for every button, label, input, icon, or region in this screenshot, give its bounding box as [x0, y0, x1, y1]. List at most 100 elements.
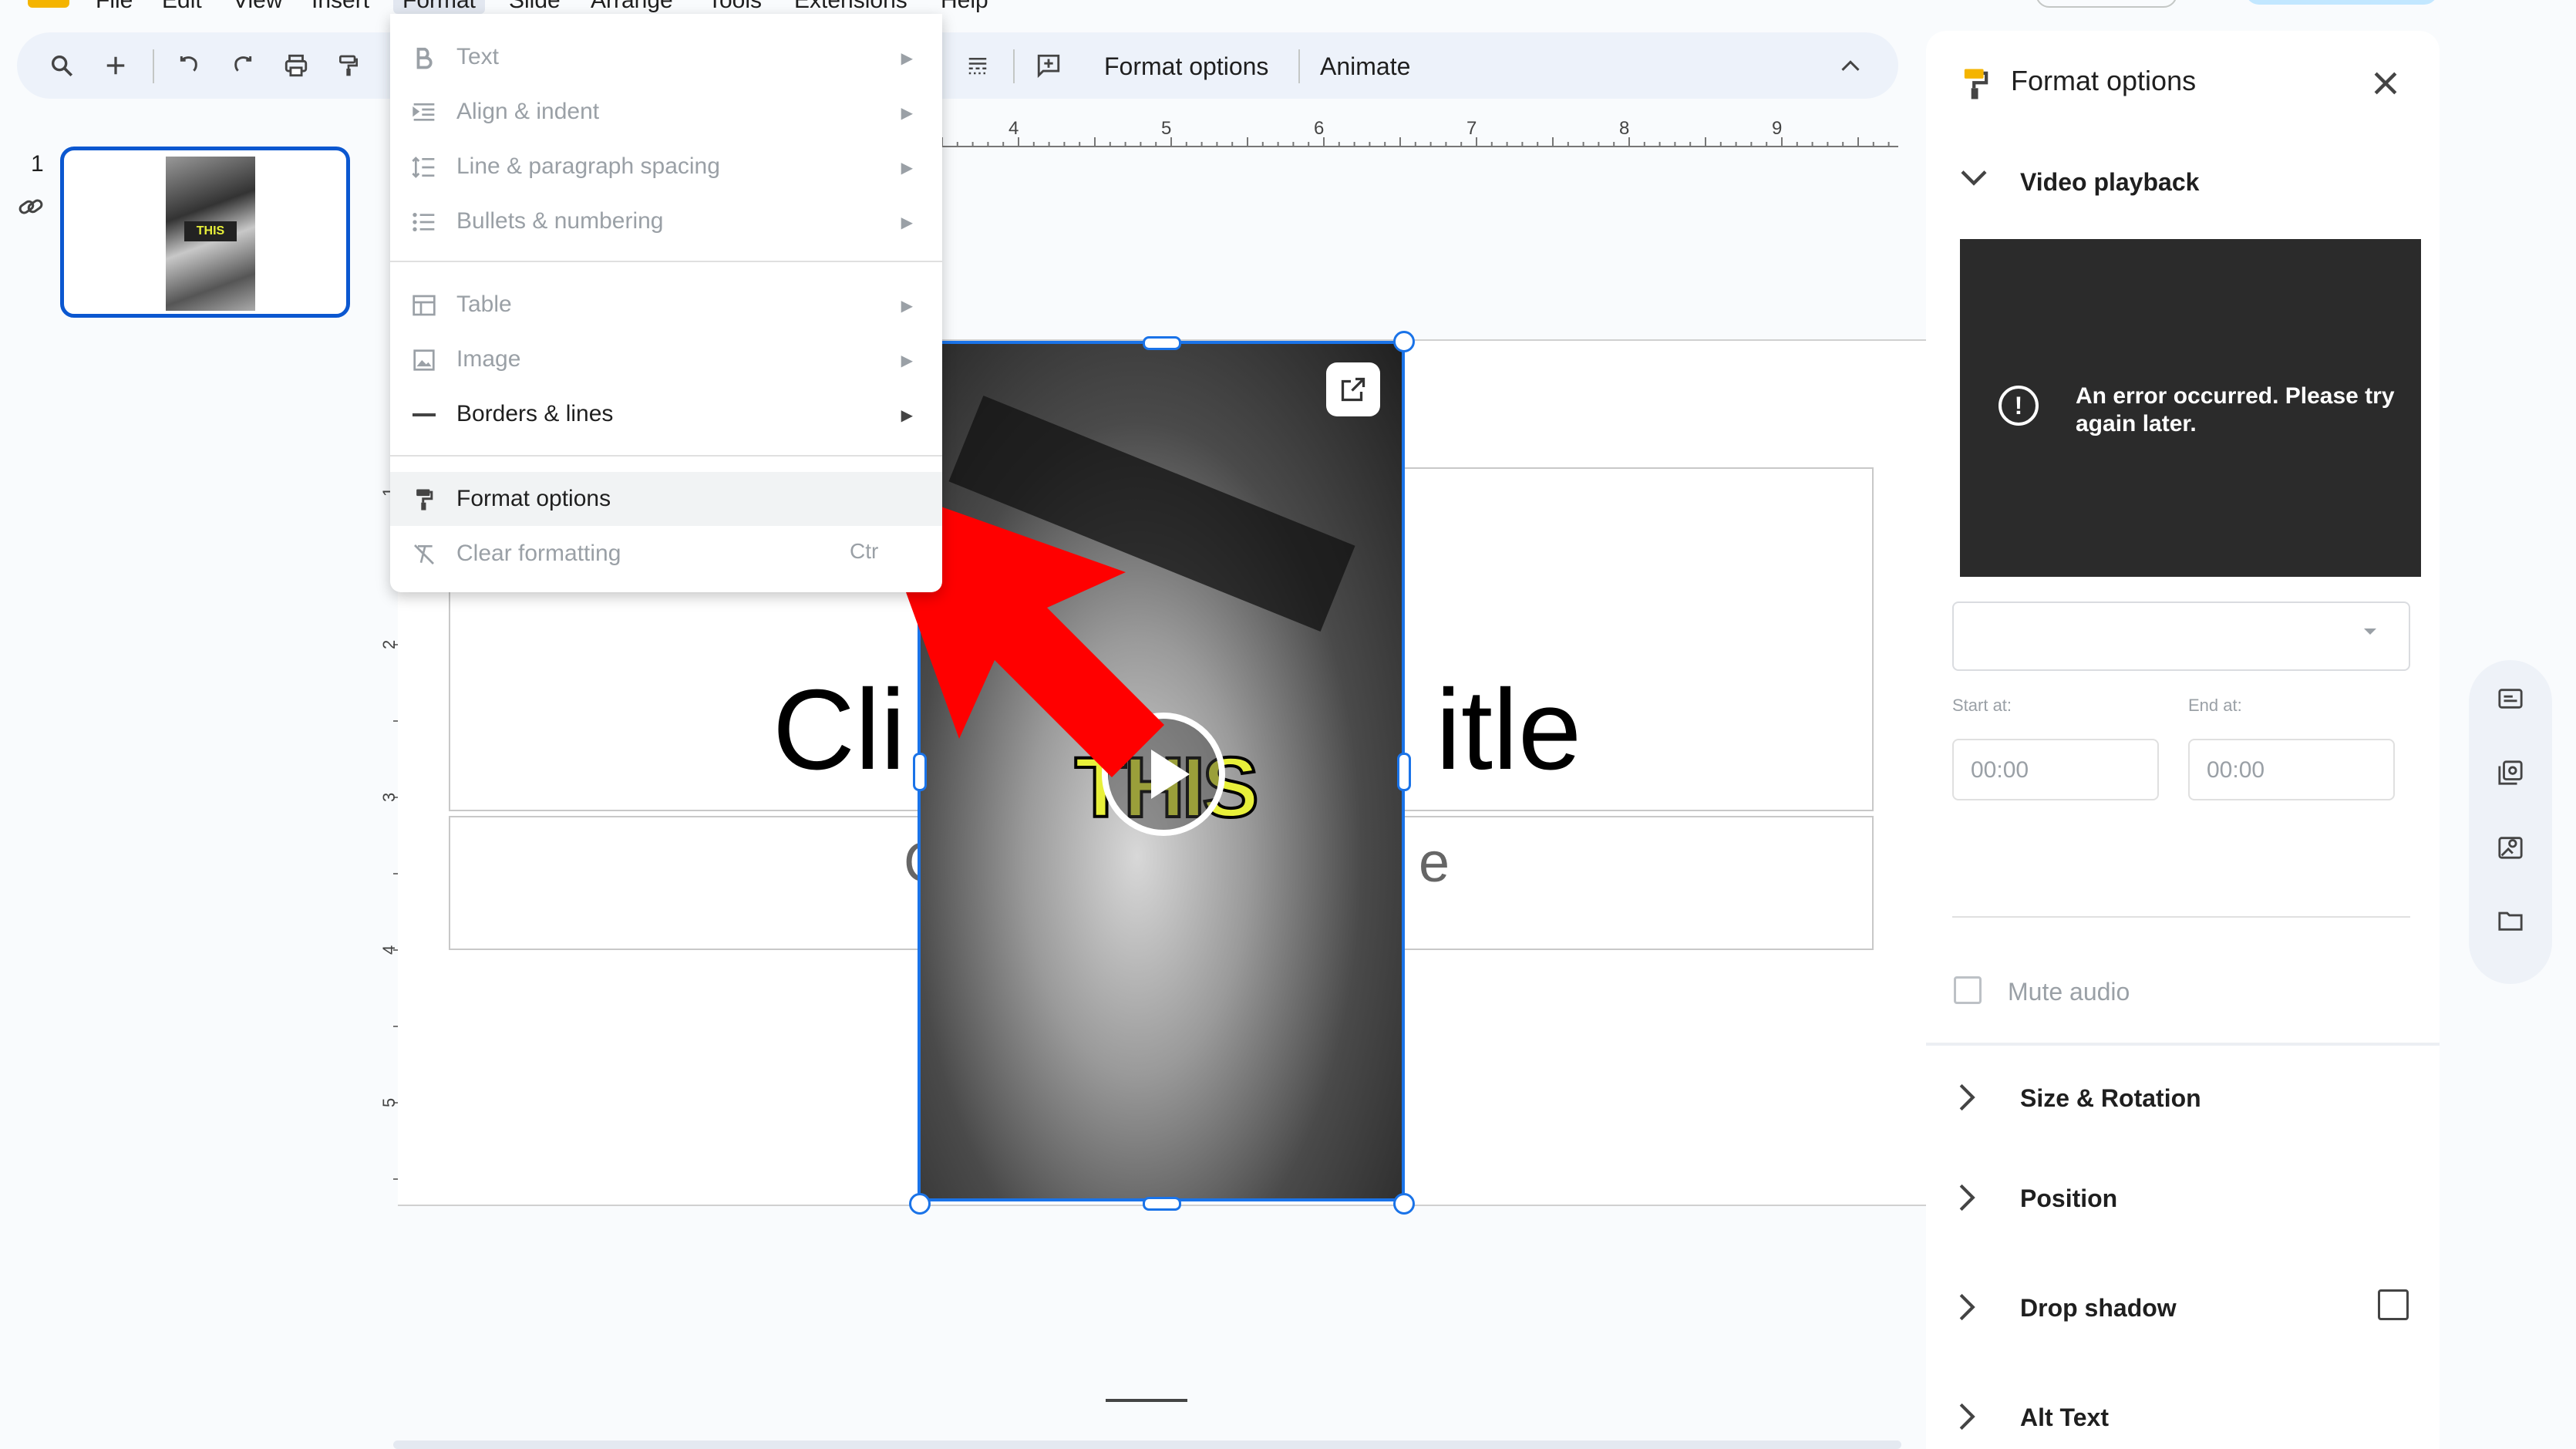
ruler-h-label: 5	[1161, 118, 1171, 139]
chevron-right-icon[interactable]	[1958, 1083, 1982, 1114]
panel-divider	[1952, 916, 2410, 918]
menu-item-bullets-numbering[interactable]: Bullets & numbering ▶	[390, 194, 942, 248]
ruler-v-label: 5	[381, 1098, 399, 1107]
submenu-arrow-icon: ▶	[901, 214, 913, 231]
mute-audio-label: Mute audio	[2008, 978, 2130, 1006]
menu-item-table[interactable]: Table ▶	[390, 278, 942, 332]
toolbar-divider	[1013, 49, 1015, 83]
menu-item-label: Clear formatting	[456, 541, 621, 566]
slide-thumbnail[interactable]: THIS	[60, 147, 350, 318]
search-menus-icon[interactable]	[40, 44, 83, 87]
menu-edit[interactable]: Edit	[162, 0, 202, 14]
ruler-h-label: 7	[1466, 118, 1477, 139]
error-icon: !	[1999, 386, 2039, 426]
clear-format-icon	[410, 541, 438, 568]
video-playback-header[interactable]: Video playback	[2020, 168, 2199, 197]
add-comment-icon[interactable]	[1027, 44, 1070, 87]
menu-slide[interactable]: Slide	[509, 0, 561, 14]
menu-item-align-indent[interactable]: Align & indent ▶	[390, 85, 942, 139]
table-icon	[410, 291, 438, 319]
menu-item-text[interactable]: Text ▶	[390, 30, 942, 84]
ruler-v-label: 2	[381, 640, 399, 649]
start-time-input[interactable]: 00:00	[1952, 739, 2159, 800]
format-options-button[interactable]: Format options	[1104, 49, 1268, 83]
menu-item-label: Align & indent	[456, 99, 600, 124]
ruler-h-label: 9	[1772, 118, 1782, 139]
animate-button[interactable]: Animate	[1320, 49, 1410, 83]
ruler-v-label: 3	[381, 793, 399, 802]
image-search-icon[interactable]	[2489, 825, 2532, 868]
resize-handle-bottom-right[interactable]	[1393, 1193, 1415, 1215]
paint-format-icon	[410, 486, 438, 514]
slides-library-icon[interactable]	[2489, 751, 2532, 794]
start-at-label: Start at:	[1952, 696, 2012, 715]
section-divider	[1926, 1043, 2440, 1046]
section-size-rotation[interactable]: Size & Rotation	[2020, 1084, 2201, 1113]
menu-item-label: Line & paragraph spacing	[456, 153, 720, 179]
menu-item-format-options[interactable]: Format options	[390, 472, 942, 526]
folder-icon[interactable]	[2489, 899, 2532, 942]
end-at-label: End at:	[2188, 696, 2242, 715]
share-button[interactable]	[2245, 0, 2438, 5]
new-slide-icon[interactable]	[94, 44, 137, 87]
menu-help[interactable]: Help	[941, 0, 988, 14]
menu-item-label: Borders & lines	[456, 401, 614, 426]
print-icon[interactable]	[274, 44, 318, 87]
menu-file[interactable]: File	[96, 0, 133, 14]
bulleted-list-icon	[410, 208, 438, 236]
redo-icon[interactable]	[221, 44, 264, 87]
resize-handle-top[interactable]	[1143, 336, 1181, 350]
menu-extensions[interactable]: Extensions	[794, 0, 907, 14]
menu-view[interactable]: View	[233, 0, 282, 14]
submenu-arrow-icon: ▶	[901, 352, 913, 369]
undo-icon[interactable]	[168, 44, 211, 87]
menu-insert[interactable]: Insert	[311, 0, 369, 14]
ruler-h-label: 8	[1619, 118, 1629, 139]
playback-mode-select[interactable]	[1952, 602, 2410, 671]
drop-shadow-checkbox[interactable]	[2378, 1289, 2409, 1320]
menu-bar: File Edit View Insert Format Slide Arran…	[0, 0, 2576, 15]
ruler-v-label: 4	[381, 945, 399, 955]
thumbnail-video-image: THIS	[166, 157, 255, 311]
chevron-down-icon[interactable]	[1958, 167, 1989, 194]
menu-tools[interactable]: Tools	[708, 0, 762, 14]
paint-format-icon[interactable]	[327, 44, 370, 87]
video-preview: ! An error occurred. Please try again la…	[1960, 239, 2421, 577]
chevron-right-icon[interactable]	[1958, 1292, 1982, 1323]
chevron-right-icon[interactable]	[1958, 1183, 1982, 1214]
mute-audio-checkbox[interactable]	[1954, 976, 1982, 1004]
section-drop-shadow[interactable]: Drop shadow	[2020, 1294, 2177, 1323]
menu-item-clear-formatting[interactable]: Clear formatting Ctr	[390, 527, 942, 581]
section-alt-text[interactable]: Alt Text	[2020, 1404, 2109, 1432]
present-button[interactable]	[2036, 0, 2177, 8]
submenu-arrow-icon: ▶	[901, 105, 913, 122]
menu-item-label: Image	[456, 346, 521, 372]
menu-item-image[interactable]: Image ▶	[390, 332, 942, 386]
side-panel-rail	[2469, 660, 2552, 984]
horizontal-scrollbar[interactable]	[393, 1441, 1901, 1449]
slides-logo-icon[interactable]	[28, 0, 69, 8]
menu-item-line-spacing[interactable]: Line & paragraph spacing ▶	[390, 140, 942, 194]
close-icon[interactable]	[2369, 66, 2403, 104]
menu-format[interactable]: Format	[393, 0, 486, 14]
menu-item-label: Format options	[456, 486, 611, 511]
menu-divider	[390, 261, 942, 262]
resize-handle-bottom[interactable]	[1143, 1197, 1181, 1211]
border-dash-icon[interactable]	[956, 44, 999, 87]
resize-handle-bottom-left[interactable]	[909, 1193, 931, 1215]
section-position[interactable]: Position	[2020, 1184, 2117, 1213]
ruler-h-label: 6	[1314, 118, 1324, 139]
menu-item-label: Bullets & numbering	[456, 208, 664, 234]
resize-handle-right[interactable]	[1397, 753, 1411, 791]
chevron-right-icon[interactable]	[1958, 1402, 1982, 1433]
speaker-notes-icon[interactable]	[2489, 677, 2532, 720]
collapse-toolbar-chevron-up-icon[interactable]	[1829, 44, 1872, 87]
title-text-right: itle	[1436, 666, 1582, 794]
menu-arrange[interactable]: Arrange	[591, 0, 673, 14]
end-time-input[interactable]: 00:00	[2188, 739, 2395, 800]
resize-bar[interactable]	[1106, 1399, 1187, 1402]
open-external-icon[interactable]	[1326, 362, 1380, 416]
menu-item-borders-lines[interactable]: Borders & lines ▶	[390, 387, 942, 441]
resize-handle-top-right[interactable]	[1393, 331, 1415, 352]
menu-item-label: Text	[456, 44, 500, 69]
